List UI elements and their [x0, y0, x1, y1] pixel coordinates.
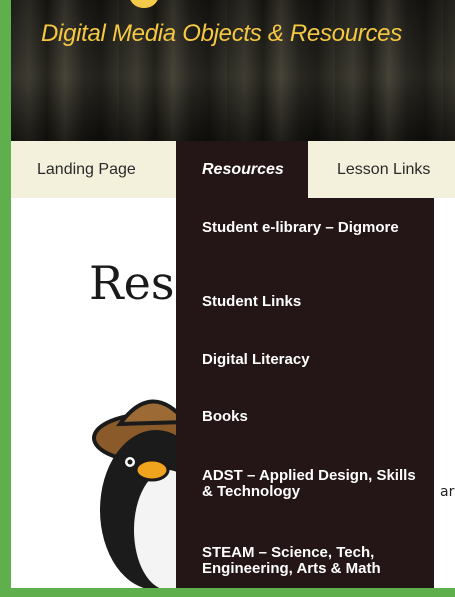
nav-item-resources[interactable]: Resources	[176, 141, 308, 198]
page-frame-left	[0, 0, 11, 597]
penguin-illustration	[90, 360, 212, 590]
nav-item-landing-page[interactable]: Landing Page	[37, 141, 136, 198]
menu-item-digital-literacy[interactable]: Digital Literacy	[202, 352, 427, 368]
menu-item-adst[interactable]: ADST – Applied Design, Skills & Technolo…	[202, 468, 427, 500]
site-header-banner: Digital Media Objects & Resources	[11, 0, 455, 141]
main-nav: Landing Page Resources Lesson Links	[11, 141, 455, 198]
page-title: Res	[89, 256, 175, 310]
menu-item-books[interactable]: Books	[202, 409, 427, 425]
penguin-icon	[92, 399, 212, 590]
resources-dropdown-menu: Student e-library – Digmore Student Link…	[176, 198, 434, 588]
menu-item-steam[interactable]: STEAM – Science, Tech, Engineering, Arts…	[202, 545, 427, 577]
site-title-fragment	[129, 0, 159, 8]
body-text-fragment: ar	[440, 484, 455, 500]
nav-item-lesson-links[interactable]: Lesson Links	[337, 141, 430, 198]
page-frame-bottom	[0, 588, 455, 597]
site-tagline: Digital Media Objects & Resources	[41, 20, 402, 47]
menu-item-student-links[interactable]: Student Links	[202, 294, 427, 310]
menu-item-student-e-library[interactable]: Student e-library – Digmore	[202, 220, 427, 236]
